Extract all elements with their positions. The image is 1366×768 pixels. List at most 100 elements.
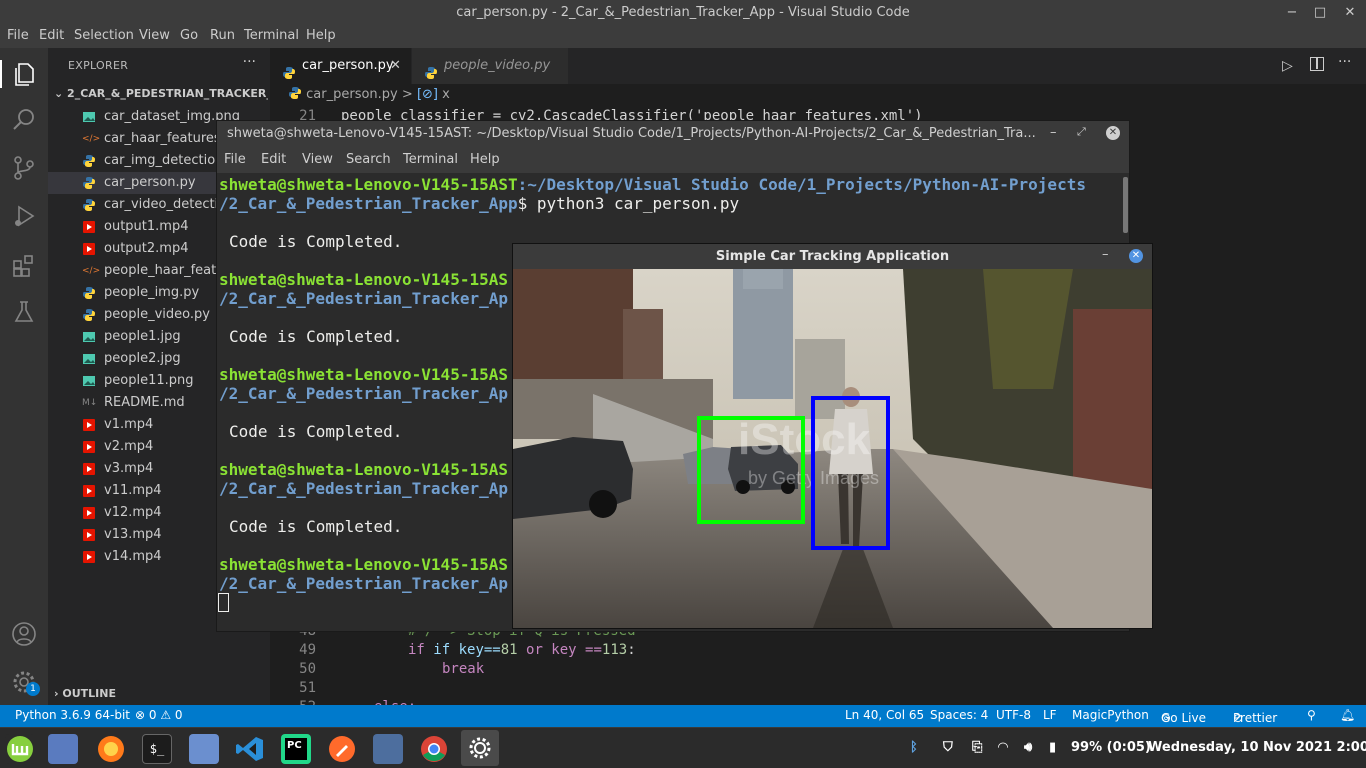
breadcrumb-file[interactable]: car_person.py — [306, 87, 398, 102]
menu-selection[interactable]: Selection — [74, 28, 134, 43]
terminal-menu-terminal[interactable]: Terminal — [403, 152, 458, 167]
cursor-position[interactable]: Ln 40, Col 65 — [845, 708, 924, 722]
firefox-icon[interactable] — [96, 734, 126, 764]
encoding[interactable]: UTF-8 — [996, 708, 1031, 722]
terminal-titlebar: shweta@shweta-Lenovo-V145-15AST: ~/Deskt… — [217, 121, 1129, 147]
street-scene-image: iStock by Getty Images — [513, 269, 1152, 628]
menu-file[interactable]: File — [7, 28, 29, 43]
maximize-button[interactable]: □ — [1305, 0, 1335, 26]
python-interpreter[interactable]: Python 3.6.9 64-bit — [15, 708, 130, 722]
battery-icon[interactable]: ▮ — [1049, 740, 1056, 755]
tab-people-video[interactable]: people_video.py — [412, 48, 568, 84]
testing-icon[interactable] — [10, 298, 38, 326]
gear-app-icon[interactable] — [461, 730, 499, 766]
menu-terminal[interactable]: Terminal — [244, 28, 299, 43]
status-bar: Python 3.6.9 64-bit ⊗ 0 ⚠ 0 Ln 40, Col 6… — [0, 705, 1366, 727]
chevron-down-icon: ⌄ — [54, 87, 68, 100]
menu-view[interactable]: View — [139, 28, 170, 43]
image-file-icon — [82, 110, 96, 124]
indentation[interactable]: Spaces: 4 — [930, 708, 988, 722]
extensions-icon[interactable] — [10, 252, 38, 280]
close-button[interactable]: ✕ — [1335, 0, 1365, 26]
workspace-folder[interactable]: ⌄ 2_CAR_&_PEDESTRIAN_TRACKER_A... — [54, 87, 268, 100]
run-debug-icon[interactable] — [10, 202, 38, 230]
menu-run[interactable]: Run — [210, 28, 235, 43]
outline-label: OUTLINE — [62, 687, 116, 700]
desktop: car_person.py - 2_Car_&_Pedestrian_Track… — [0, 0, 1366, 768]
terminal-menu-search[interactable]: Search — [346, 152, 391, 167]
file-name: people1.jpg — [104, 329, 181, 344]
minimize-button[interactable]: − — [1277, 0, 1307, 26]
video-file-icon — [82, 242, 96, 256]
language-mode[interactable]: MagicPython — [1072, 708, 1149, 722]
terminal-maximize-button[interactable]: ⤢ — [1077, 125, 1086, 139]
tab-close-button[interactable]: ✕ — [390, 48, 401, 84]
video-window-title: Simple Car Tracking Application — [715, 249, 950, 264]
chrome-icon[interactable] — [419, 734, 449, 764]
update-shield-icon[interactable]: ⛉ — [943, 740, 953, 755]
menu-go[interactable]: Go — [180, 28, 198, 43]
xml-file-icon: </> — [82, 266, 101, 276]
terminal-menu-edit[interactable]: Edit — [261, 152, 286, 167]
code-line-50[interactable]: break — [442, 661, 484, 677]
source-control-icon[interactable] — [10, 154, 38, 182]
menu-edit[interactable]: Edit — [39, 28, 64, 43]
volume-icon[interactable]: 🔊︎ — [1024, 740, 1032, 755]
video-frame: iStock by Getty Images — [513, 269, 1152, 628]
bluetooth-icon[interactable]: ᛒ — [910, 740, 918, 755]
pycharm-icon[interactable]: PC — [281, 734, 311, 764]
video-file-icon — [82, 484, 96, 498]
breadcrumb: car_person.py > [⊘] x — [288, 86, 450, 102]
terminal-app-icon[interactable]: $_ — [142, 734, 172, 764]
vscode-icon[interactable] — [235, 734, 265, 764]
files-manager-icon[interactable] — [48, 734, 78, 764]
explorer-more-button[interactable]: ··· — [243, 54, 256, 70]
terminal-menu-file[interactable]: File — [224, 152, 246, 167]
prompt-line: /2_Car_&_Pedestrian_Tracker_Ap — [219, 384, 508, 403]
line-ending[interactable]: LF — [1043, 708, 1057, 722]
terminal-scrollbar[interactable] — [1123, 177, 1128, 233]
tab-car-person[interactable]: car_person.py ✕ — [270, 48, 411, 84]
split-editor-icon[interactable] — [1310, 57, 1324, 71]
clock[interactable]: Wednesday, 10 Nov 2021 2:00 PM — [1148, 740, 1366, 755]
menu-help[interactable]: Help — [306, 28, 336, 43]
clipboard-icon[interactable]: ⎘ — [972, 740, 982, 755]
video-minimize-button[interactable]: – — [1102, 247, 1109, 262]
outline-section[interactable]: › OUTLINE — [54, 687, 116, 700]
account-icon[interactable] — [10, 620, 38, 648]
folder-icon[interactable] — [189, 734, 219, 764]
activity-bar: 1 — [0, 48, 48, 705]
search-icon[interactable] — [10, 106, 38, 134]
python-file-icon — [82, 154, 96, 168]
xml-file-icon: </> — [82, 134, 101, 144]
explorer-icon[interactable] — [10, 60, 38, 88]
terminal-menu-view[interactable]: View — [302, 152, 333, 167]
video-file-icon — [82, 528, 96, 542]
wifi-icon[interactable]: ◠ — [998, 740, 1008, 755]
python-file-icon — [82, 308, 96, 322]
tab-label: car_person.py — [302, 58, 394, 73]
file-name: people_video.py — [104, 307, 210, 322]
output-line: Code is Completed. — [229, 517, 403, 536]
breadcrumb-symbol[interactable]: x — [442, 87, 450, 102]
video-close-button[interactable]: ✕ — [1129, 249, 1143, 263]
taskbar: $_ PC ᛒ ⛉ ⎘ ◠ 🔊︎ ▮ 99% (0:05) Wednesday,… — [0, 727, 1366, 768]
video-file-icon — [82, 550, 96, 564]
problems-indicator[interactable]: ⊗ 0 ⚠ 0 — [135, 708, 183, 722]
terminal-menu-help[interactable]: Help — [470, 152, 500, 167]
python-file-icon — [82, 198, 96, 212]
prompt-line: /2_Car_&_Pedestrian_Tracker_Ap — [219, 574, 508, 593]
feedback-icon[interactable]: ⚲ — [1307, 708, 1316, 722]
more-actions-icon[interactable]: ··· — [1338, 54, 1351, 70]
video-file-icon — [82, 506, 96, 520]
terminal-minimize-button[interactable]: – — [1050, 125, 1057, 140]
mint-menu-icon[interactable] — [5, 734, 35, 764]
settings-gear-icon[interactable]: 1 — [10, 668, 40, 696]
pen-tool-icon[interactable] — [327, 734, 357, 764]
code-line-49[interactable]: if if key==81 or key ==113: — [408, 642, 636, 658]
notifications-icon[interactable]: 🔔︎ — [1340, 708, 1355, 722]
system-settings-icon[interactable] — [373, 734, 403, 764]
terminal-close-button[interactable]: ✕ — [1106, 126, 1120, 140]
run-file-icon[interactable]: ▷ — [1282, 58, 1293, 74]
battery-status[interactable]: 99% (0:05) — [1071, 740, 1151, 755]
